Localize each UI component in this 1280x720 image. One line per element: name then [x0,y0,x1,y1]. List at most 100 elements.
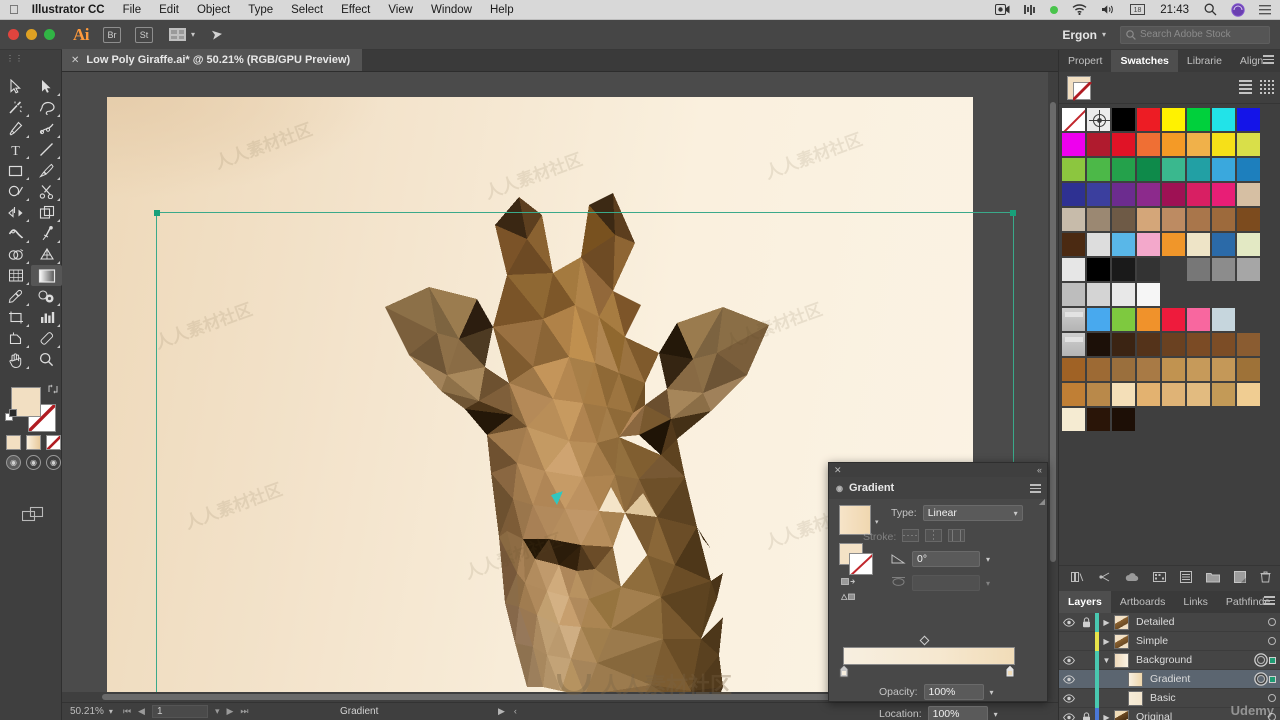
tab-layers[interactable]: Layers [1059,591,1111,613]
swatch-cell[interactable] [1061,232,1086,257]
chevron-down-icon[interactable]: ▾ [990,688,994,697]
layer-target-circle[interactable] [1257,656,1265,664]
swatch-cell[interactable] [1111,182,1136,207]
stroke-within-icon[interactable] [902,529,920,545]
swatch-cell[interactable] [1186,157,1211,182]
layer-expand-icon[interactable]: ▶ [1099,637,1114,646]
last-artboard-icon[interactable]: ⏭ [240,706,248,717]
menu-window[interactable]: Window [422,4,481,16]
chevron-down-icon[interactable]: ▾ [1102,30,1106,39]
wifi-icon[interactable] [1065,4,1094,15]
maximize-window-button[interactable] [44,29,55,40]
gradient-panel-titlebar[interactable]: ✕ « [829,463,1047,477]
hand-tool[interactable] [0,349,31,370]
swatch-cell[interactable] [1186,232,1211,257]
pen-tool[interactable] [0,118,31,139]
layer-target-circle[interactable] [1268,637,1276,645]
layer-expand-icon[interactable]: ▶ [1099,618,1114,627]
curvature-tool[interactable] [31,118,62,139]
document-tab[interactable]: ✕ Low Poly Giraffe.ai* @ 50.21% (RGB/GPU… [62,49,363,71]
swatch-cell[interactable] [1061,357,1086,382]
layer-thumbnail[interactable] [1114,633,1129,649]
swatch-cell[interactable] [1111,132,1136,157]
swatch-cell[interactable] [1086,232,1111,257]
swatch-cell[interactable] [1136,107,1161,132]
swatch-cell[interactable] [1236,357,1261,382]
swatch-cell[interactable] [1211,357,1236,382]
stroke-across-icon[interactable] [948,529,966,545]
swatch-cell[interactable] [1236,207,1261,232]
swatch-cell[interactable] [1186,307,1211,332]
swatch-cell[interactable] [1061,157,1086,182]
swatch-cell[interactable] [1236,157,1261,182]
layer-thumbnail[interactable] [1128,690,1143,706]
equalizer-icon[interactable] [1017,4,1043,15]
swatches-grid[interactable] [1059,104,1280,432]
gradient-panel[interactable]: ✕ « ◉ Gradient ▾ Type: Linear ▾ Stroke: … [828,462,1048,720]
layer-thumbnail[interactable] [1128,671,1143,687]
window-controls[interactable] [0,29,55,40]
layer-thumbnail[interactable] [1114,652,1129,668]
close-window-button[interactable] [8,29,19,40]
spotlight-search-icon[interactable] [1197,3,1224,16]
layer-target-controls[interactable] [1255,694,1280,702]
swatch-cell[interactable] [1086,357,1111,382]
search-input[interactable]: Search Adobe Stock [1120,25,1270,44]
swatch-color-group[interactable] [1061,332,1086,357]
swatch-cell[interactable] [1111,307,1136,332]
draw-inside-mode[interactable]: ◉ [46,455,61,470]
current-tool-indicator[interactable]: Gradient [340,706,378,717]
lasso-tool[interactable] [31,97,62,118]
swatch-cell[interactable] [1061,207,1086,232]
menu-effect[interactable]: Effect [332,4,379,16]
draw-normal-mode[interactable]: ◉ [6,455,21,470]
chevron-down-icon[interactable]: ▾ [191,30,195,39]
swatch-cell[interactable] [1136,232,1161,257]
notification-center-icon[interactable] [1252,4,1280,15]
back-icon[interactable]: ‹ [514,706,517,717]
swatch-cell[interactable] [1111,282,1136,307]
swatch-cell[interactable] [1161,232,1186,257]
swatch-cell[interactable] [1161,332,1186,357]
layer-target-circle[interactable] [1268,713,1276,720]
default-fill-stroke-icon[interactable] [5,409,18,425]
swatch-color-group[interactable] [1061,307,1086,332]
eyedropper-tool[interactable] [0,286,31,307]
layer-target-circle[interactable] [1268,694,1276,702]
link-color-harmony-icon[interactable] [1098,571,1111,586]
width-tool[interactable] [0,223,31,244]
grid-view-icon[interactable] [1259,80,1274,96]
status-dot-icon[interactable] [1043,5,1065,14]
magic-wand-tool[interactable] [0,97,31,118]
swatch-cell[interactable] [1086,407,1111,432]
layer-thumbnail[interactable] [1114,614,1129,630]
menu-object[interactable]: Object [188,4,239,16]
gradient-type-select[interactable]: Linear ▾ [922,505,1023,521]
swatch-cell[interactable] [1136,257,1161,282]
free-transform-tool[interactable] [31,202,62,223]
gradient-midpoint-marker[interactable] [919,635,930,646]
layer-row[interactable]: ▶ Detailed [1059,612,1280,632]
layer-visibility-icon[interactable] [1059,617,1078,627]
swatch-cell[interactable] [1061,382,1086,407]
swatch-cell[interactable] [1186,257,1211,282]
layer-collapse-icon[interactable]: ▼ [1099,656,1114,665]
swatch-cell[interactable] [1211,257,1236,282]
chevron-down-icon[interactable]: ▾ [1014,509,1018,518]
line-segment-tool[interactable] [31,139,62,160]
menu-select[interactable]: Select [282,4,332,16]
gradient-location-input[interactable]: 100% [927,706,988,720]
swatch-cell[interactable] [1136,132,1161,157]
swatch-cell[interactable] [1111,207,1136,232]
gradient-type-icons[interactable] [840,592,855,604]
layer-thumbnail[interactable] [1114,709,1129,720]
direct-selection-tool[interactable] [31,76,62,97]
swatch-cell[interactable] [1061,407,1086,432]
layer-visibility-icon[interactable] [1059,674,1078,684]
mesh-tool[interactable] [0,265,31,286]
layer-row[interactable]: Gradient [1059,669,1280,689]
none-swatch[interactable] [46,435,61,450]
layers-list[interactable]: ▶ Detailed ▶ Simple ▼ Background Gradient B… [1059,612,1280,720]
puppet-warp-tool[interactable] [31,223,62,244]
swatch-cell[interactable] [1086,157,1111,182]
